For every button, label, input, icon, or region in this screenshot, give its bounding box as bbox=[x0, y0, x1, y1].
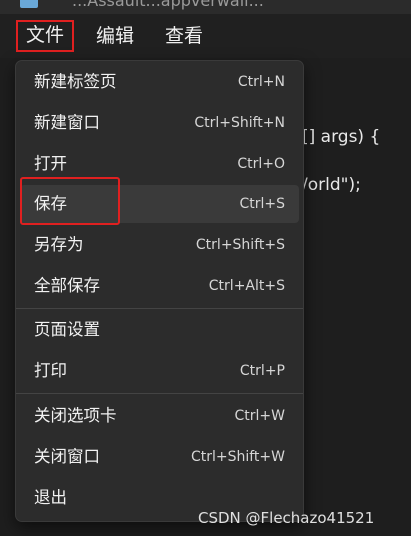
menu-item-shortcut: Ctrl+P bbox=[239, 363, 285, 379]
menu-item-label: 新建窗口 bbox=[34, 113, 100, 132]
menu-separator bbox=[16, 308, 303, 309]
annotation-highlight-box bbox=[20, 177, 120, 225]
menu-item-shortcut: Ctrl+Shift+W bbox=[190, 449, 285, 465]
menu-item-label: 新建标签页 bbox=[34, 72, 117, 91]
menu-item-save-all[interactable]: 全部保存 Ctrl+Alt+S bbox=[20, 267, 299, 305]
menu-item-label: 退出 bbox=[34, 488, 67, 507]
menu-item-shortcut: Ctrl+O bbox=[237, 156, 285, 172]
menu-edit[interactable]: 编辑 bbox=[88, 20, 142, 52]
menu-item-shortcut: Ctrl+N bbox=[237, 74, 285, 90]
menu-item-shortcut: Ctrl+W bbox=[234, 408, 285, 424]
menu-separator bbox=[16, 393, 303, 394]
menu-file[interactable]: 文件 bbox=[16, 20, 74, 52]
window-title: ...Assault...appverwall... bbox=[72, 0, 264, 10]
menu-item-close-window[interactable]: 关闭窗口 Ctrl+Shift+W bbox=[20, 438, 299, 476]
menu-item-label: 另存为 bbox=[34, 235, 84, 254]
menu-item-label: 打印 bbox=[34, 361, 67, 380]
title-bar: ...Assault...appverwall... bbox=[0, 0, 411, 14]
file-menu-dropdown: 新建标签页 Ctrl+N 新建窗口 Ctrl+Shift+N 打开 Ctrl+O… bbox=[15, 60, 304, 522]
menu-item-shortcut: Ctrl+Shift+N bbox=[194, 115, 285, 131]
menu-item-label: 关闭窗口 bbox=[34, 447, 100, 466]
menu-item-label: 全部保存 bbox=[34, 276, 100, 295]
menu-view[interactable]: 查看 bbox=[157, 20, 211, 52]
menu-bar: 文件 编辑 查看 bbox=[0, 14, 411, 58]
menu-item-print[interactable]: 打印 Ctrl+P bbox=[20, 352, 299, 390]
menu-item-label: 关闭选项卡 bbox=[34, 406, 117, 425]
menu-item-new-tab[interactable]: 新建标签页 Ctrl+N bbox=[20, 63, 299, 101]
app-icon bbox=[20, 0, 38, 8]
menu-item-new-window[interactable]: 新建窗口 Ctrl+Shift+N bbox=[20, 104, 299, 142]
menu-item-page-setup[interactable]: 页面设置 bbox=[20, 311, 299, 349]
code-line: /orld"); bbox=[302, 175, 361, 195]
menu-item-label: 页面设置 bbox=[34, 320, 100, 339]
watermark: CSDN @Flechazo41521 bbox=[198, 509, 375, 527]
menu-item-shortcut: Ctrl+Shift+S bbox=[195, 237, 285, 253]
menu-item-shortcut: Ctrl+Alt+S bbox=[208, 278, 285, 294]
menu-item-save-as[interactable]: 另存为 Ctrl+Shift+S bbox=[20, 226, 299, 264]
menu-item-shortcut: Ctrl+S bbox=[239, 196, 285, 212]
code-line: [] args) { bbox=[302, 127, 381, 147]
menu-item-close-tab[interactable]: 关闭选项卡 Ctrl+W bbox=[20, 397, 299, 435]
